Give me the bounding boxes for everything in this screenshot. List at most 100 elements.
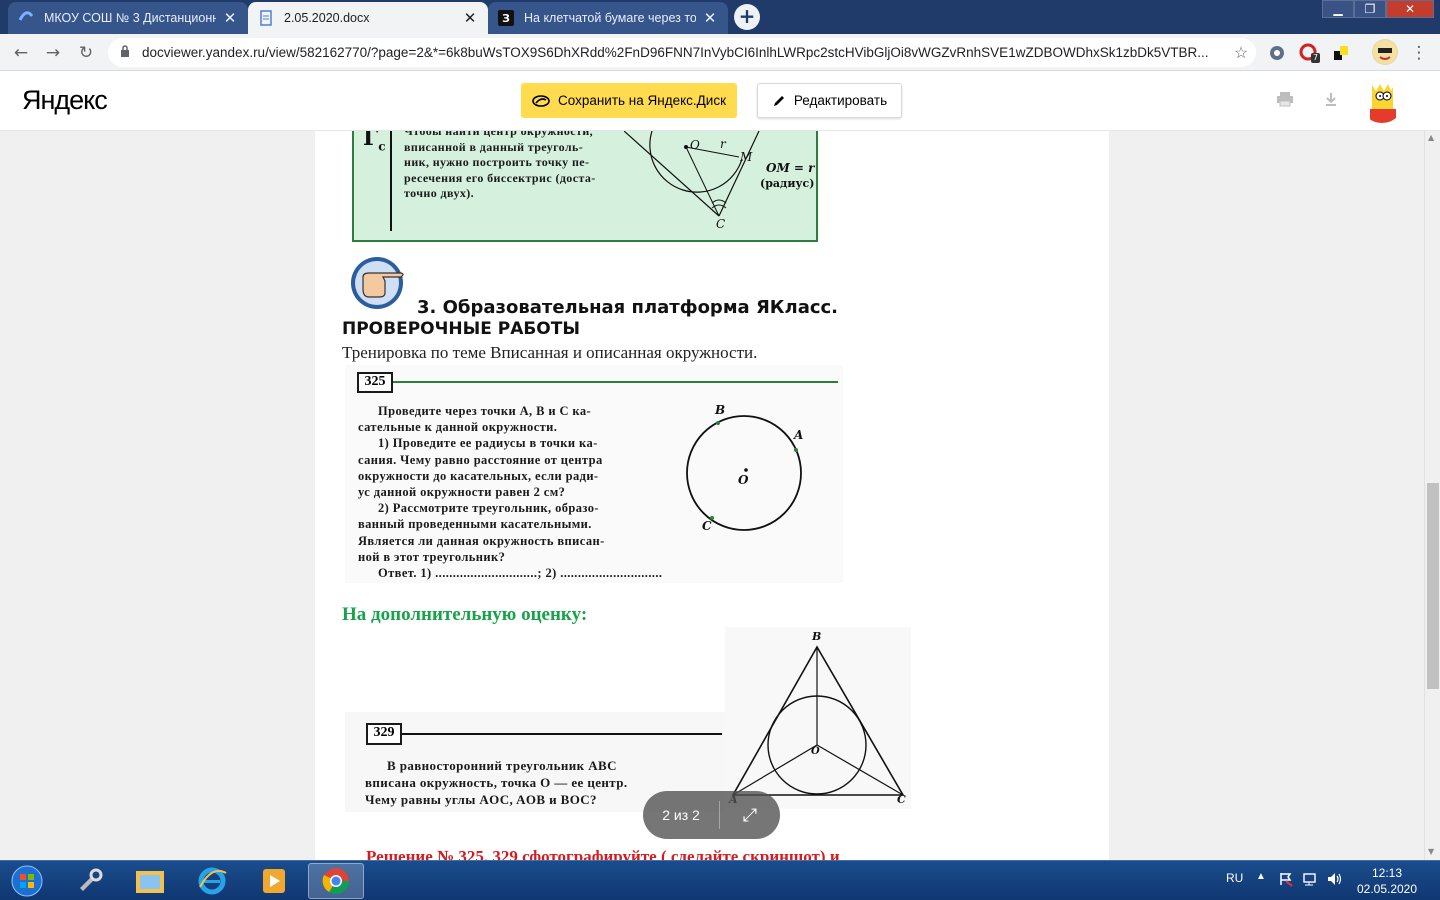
scroll-up-arrow-icon[interactable]: ▲ (1428, 133, 1434, 142)
clock-time: 12:13 (1371, 866, 1403, 880)
menu-dots-icon[interactable]: ⋮ (1406, 40, 1432, 66)
window-controls: ▁ ❐ ✕ (1322, 0, 1434, 18)
znanija-icon: З (498, 10, 514, 26)
page-indicator: 2 из 2 ⤢ (643, 791, 780, 839)
windows-taskbar: RU ▲ 12:13 02.05.2020 (0, 860, 1440, 900)
tab-kletchatoy[interactable]: З На клетчатой бумаге через точк ✕ (488, 2, 728, 34)
url-text: docviewer.yandex.ru/view/582162770/?page… (142, 45, 1209, 60)
forward-arrow-icon[interactable]: → (40, 40, 66, 66)
tool-app-icon (80, 868, 103, 891)
tab-title: МКОУ СОШ № 3 Дистанционно (44, 11, 216, 25)
yandex-header: Яндекс Сохранить на Яндекс.Диск Редактир… (0, 71, 1440, 131)
scrollbar-thumb[interactable] (1427, 483, 1439, 689)
scroll-down-arrow-icon[interactable]: ▼ (1428, 847, 1434, 856)
address-bar[interactable]: docviewer.yandex.ru/view/582162770/?page… (108, 38, 1256, 67)
logo-text: Яндекс (22, 85, 108, 115)
folder-icon (136, 871, 164, 893)
label-c: C (702, 519, 712, 533)
clock-date: 02.05.2020 (1356, 882, 1418, 896)
print-icon[interactable] (1275, 91, 1295, 111)
tray-expand-icon[interactable]: ▲ (1256, 871, 1266, 882)
close-icon[interactable]: ✕ (222, 9, 238, 27)
problem-rule (402, 733, 722, 735)
yellow-extension-icon[interactable] (1331, 43, 1351, 63)
document-viewer: Гс Чтобы найти центр окружности, вписанн… (0, 131, 1424, 860)
problem-325: 325 Проведите через точки A, B и C ка- с… (345, 365, 843, 583)
taskbar-app-media[interactable] (246, 863, 302, 899)
problem-number: 329 (366, 723, 402, 745)
fig-equation: OM = r (766, 161, 815, 175)
solution-instructions: Решение № 325, 329 сфотографируйте ( сде… (366, 847, 840, 860)
profile-avatar-icon[interactable] (1372, 39, 1398, 65)
media-player-icon (263, 869, 285, 893)
close-icon[interactable]: ✕ (702, 9, 718, 27)
extra-credit-title: На дополнительную оценку: (342, 604, 588, 625)
triangle-figure-box: B A C O (725, 627, 911, 809)
heading-checks: ПРОВЕРОЧНЫЕ РАБОТЫ (342, 319, 580, 339)
start-button[interactable] (2, 863, 52, 899)
action-center-icon[interactable] (1278, 871, 1294, 890)
taskbar-app-tool[interactable] (62, 863, 118, 899)
pointing-hand-icon (351, 257, 404, 309)
tab-strip: МКОУ СОШ № 3 Дистанционно ✕ 2.05.2020.do… (0, 0, 1440, 34)
fig-label-c: C (716, 217, 726, 231)
save-label: Сохранить на Яндекс.Диск (557, 93, 727, 108)
save-to-disk-button[interactable]: Сохранить на Яндекс.Диск (521, 83, 737, 118)
lock-icon (120, 45, 134, 60)
rule-box: Гс Чтобы найти центр окружности, вписанн… (352, 131, 818, 242)
extension-badge: 7 (1311, 53, 1321, 63)
network-icon[interactable] (1302, 871, 1318, 890)
tab-title: На клетчатой бумаге через точк (524, 11, 696, 25)
fig-label-o: O (690, 138, 700, 152)
opera-extension-icon[interactable]: 7 (1299, 43, 1321, 63)
download-icon[interactable] (1321, 91, 1341, 111)
training-topic: Тренировка по теме Вписанная и описанная… (342, 343, 758, 362)
taskbar-app-ie[interactable] (184, 863, 240, 899)
disk-icon (532, 94, 550, 107)
volume-icon[interactable] (1326, 871, 1344, 890)
tab-title: 2.05.2020.docx (284, 11, 370, 25)
maximize-button[interactable]: ❐ (1354, 0, 1386, 18)
window-close-button[interactable]: ✕ (1386, 0, 1434, 18)
reload-icon[interactable]: ↻ (73, 40, 99, 66)
page-counter: 2 из 2 (643, 801, 720, 829)
tab-mkou[interactable]: МКОУ СОШ № 3 Дистанционно ✕ (8, 2, 248, 34)
new-tab-button[interactable]: + (734, 4, 760, 30)
system-clock[interactable]: 12:13 02.05.2020 (1356, 865, 1418, 897)
back-arrow-icon[interactable]: ← (8, 40, 34, 66)
browser-toolbar: ← → ↻ docviewer.yandex.ru/view/582162770… (0, 34, 1440, 71)
problem-text: В равносторонний треугольник ABC вписана… (365, 758, 628, 807)
label-a: A (794, 428, 804, 442)
rule-letter: Гс (363, 131, 386, 154)
extension-icon[interactable] (1267, 43, 1287, 63)
label-o: O (738, 473, 749, 487)
document-page: Гс Чтобы найти центр окружности, вписанн… (315, 131, 1109, 860)
document-scrollbar[interactable]: ▲ ▼ (1424, 131, 1440, 860)
yandex-logo[interactable]: Яндекс (22, 85, 108, 116)
internet-explorer-icon (198, 867, 227, 895)
rule-text: Чтобы найти центр окружности, вписанной … (404, 131, 596, 200)
rule-divider (390, 131, 392, 231)
windows-logo-icon (11, 865, 43, 897)
triangle-figure (731, 645, 905, 796)
edit-button[interactable]: Редактировать (757, 83, 902, 118)
label-b: B (812, 630, 822, 643)
taskbar-app-chrome[interactable] (308, 863, 364, 899)
user-avatar[interactable] (1360, 79, 1404, 123)
language-indicator[interactable]: RU (1226, 871, 1243, 885)
pencil-icon (773, 95, 784, 106)
fig-label-m: M (740, 150, 753, 164)
tab-docx[interactable]: 2.05.2020.docx ✕ (248, 2, 488, 34)
taskbar-app-explorer[interactable] (122, 863, 178, 899)
label-b: B (715, 403, 726, 417)
heading-platform: 3. Образовательная платформа ЯКласс. (417, 297, 839, 318)
close-icon[interactable]: ✕ (462, 9, 478, 27)
minimize-button[interactable]: ▁ (1322, 0, 1354, 18)
fullscreen-icon[interactable]: ⤢ (720, 805, 780, 826)
problem-text: Проведите через точки A, B и C ка- сател… (358, 404, 663, 581)
document-icon (258, 10, 274, 26)
globe-icon (18, 10, 34, 26)
bookmark-star-icon[interactable]: ☆ (1226, 43, 1256, 63)
chrome-icon (322, 868, 350, 895)
label-c: C (897, 793, 906, 806)
